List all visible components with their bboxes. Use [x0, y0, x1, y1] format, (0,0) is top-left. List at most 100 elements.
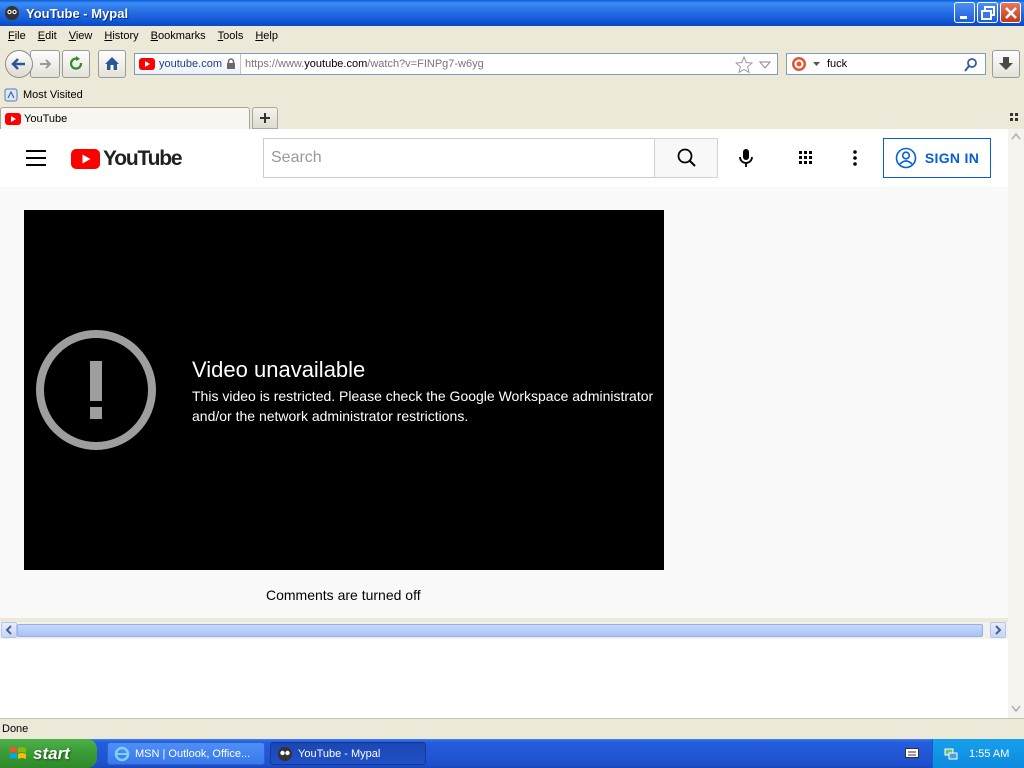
- menu-file[interactable]: File: [2, 30, 32, 42]
- back-button[interactable]: [5, 50, 33, 78]
- youtube-search-input[interactable]: Search: [263, 138, 655, 178]
- back-arrow-icon: [11, 58, 25, 70]
- scroll-up-icon[interactable]: [1011, 132, 1021, 140]
- url-text[interactable]: https://www.youtube.com/watch?v=FINPg7-w…: [241, 58, 484, 70]
- menu-bar: File Edit View History Bookmarks Tools H…: [0, 26, 1024, 46]
- vertical-scrollbar[interactable]: [1008, 129, 1024, 718]
- search-input[interactable]: fuck: [827, 58, 847, 70]
- video-restricted-message: This video is restricted. Please check t…: [192, 388, 654, 424]
- site-identity-label: youtube.com: [159, 58, 222, 70]
- page-content: YouTube Search SIGN IN Video unavailable…: [0, 129, 1008, 618]
- taskbar-item-mypal[interactable]: YouTube - Mypal: [270, 742, 426, 765]
- start-label: start: [33, 743, 70, 763]
- tab-youtube[interactable]: YouTube: [0, 107, 250, 129]
- scroll-right-button[interactable]: [990, 622, 1006, 638]
- youtube-header: YouTube Search SIGN IN: [0, 129, 1008, 187]
- search-engine-icon[interactable]: [791, 56, 807, 72]
- minimize-icon: [960, 16, 967, 19]
- close-button[interactable]: [1000, 2, 1021, 23]
- page-blank-area: [0, 639, 1008, 718]
- more-options-icon[interactable]: [852, 150, 858, 166]
- downloads-button[interactable]: [992, 50, 1020, 78]
- mypal-app-icon: [278, 746, 292, 761]
- youtube-wordmark: YouTube: [103, 147, 183, 170]
- new-tab-button[interactable]: [252, 107, 278, 129]
- alert-exclamation-icon: [36, 330, 156, 450]
- restore-icon: [981, 6, 995, 20]
- download-arrow-icon: [999, 57, 1013, 70]
- youtube-search-button[interactable]: [654, 138, 718, 178]
- forward-button[interactable]: [30, 50, 60, 78]
- plus-icon: [260, 113, 270, 123]
- horizontal-scrollbar[interactable]: [0, 622, 1008, 639]
- restore-button[interactable]: [977, 2, 998, 23]
- chevron-left-icon: [5, 625, 12, 635]
- horizontal-scroll-thumb[interactable]: [17, 624, 983, 637]
- menu-view[interactable]: View: [63, 30, 99, 42]
- chevron-right-icon: [995, 625, 1002, 635]
- system-tray: 1:55 AM: [932, 739, 1024, 768]
- url-dropdown-icon[interactable]: [759, 60, 771, 70]
- tab-label: YouTube: [24, 112, 68, 125]
- menu-history[interactable]: History: [98, 30, 144, 42]
- scroll-left-button[interactable]: [1, 622, 17, 638]
- windows-logo-icon: [10, 746, 26, 759]
- youtube-favicon: [139, 58, 155, 70]
- account-icon: [895, 147, 917, 169]
- apps-grid-icon[interactable]: [798, 150, 814, 166]
- tab-strip: YouTube: [0, 105, 1024, 129]
- keyboard-icon[interactable]: [905, 747, 919, 759]
- home-button[interactable]: [98, 50, 126, 78]
- search-icon: [677, 148, 696, 167]
- all-tabs-icon[interactable]: [1010, 113, 1020, 123]
- menu-tools[interactable]: Tools: [212, 30, 250, 42]
- status-bar: Done: [0, 718, 1024, 739]
- site-identity[interactable]: youtube.com: [135, 54, 241, 74]
- mypal-app-icon: [5, 6, 19, 20]
- reload-icon: [69, 56, 83, 70]
- taskbar-item-label: MSN | Outlook, Office...: [135, 747, 251, 760]
- menu-edit[interactable]: Edit: [32, 30, 63, 42]
- microphone-icon[interactable]: [733, 145, 759, 171]
- menu-help[interactable]: Help: [249, 30, 284, 42]
- video-unavailable-title: Video unavailable: [192, 357, 366, 382]
- taskbar: start MSN | Outlook, Office... YouTube -…: [0, 739, 1024, 768]
- hamburger-menu-icon[interactable]: [26, 150, 46, 166]
- lock-icon: [226, 58, 235, 69]
- taskbar-item-label: YouTube - Mypal: [298, 747, 381, 760]
- taskbar-item-msn[interactable]: MSN | Outlook, Office...: [107, 742, 265, 765]
- status-text: Done: [2, 723, 29, 735]
- bookmarks-toolbar: Most Visited: [0, 85, 1024, 105]
- minimize-button[interactable]: [954, 2, 975, 23]
- most-visited-icon: [4, 88, 18, 102]
- scroll-down-icon[interactable]: [1011, 705, 1021, 713]
- bookmark-most-visited[interactable]: Most Visited: [23, 89, 83, 101]
- sign-in-label: SIGN IN: [924, 150, 980, 166]
- forward-arrow-icon: [40, 59, 52, 69]
- start-button[interactable]: start: [0, 739, 97, 768]
- url-prefix: https://www.: [244, 58, 305, 70]
- comments-status: Comments are turned off: [266, 587, 421, 603]
- window-titlebar[interactable]: YouTube - Mypal: [0, 0, 1024, 26]
- youtube-logo[interactable]: YouTube: [71, 147, 183, 171]
- youtube-search-placeholder: Search: [271, 149, 322, 166]
- youtube-favicon: [5, 112, 21, 125]
- window-title: YouTube - Mypal: [26, 5, 129, 21]
- close-icon: [1005, 7, 1017, 19]
- youtube-play-logo-icon: [71, 149, 100, 169]
- url-path: /watch?v=FINPg7-w6yg: [367, 58, 484, 70]
- clock: 1:55 AM: [969, 747, 1010, 760]
- home-icon: [105, 57, 119, 70]
- network-icon[interactable]: [943, 746, 959, 762]
- internet-explorer-icon: [114, 746, 130, 761]
- url-domain: youtube.com: [304, 58, 368, 70]
- search-engine-dropdown-icon[interactable]: [812, 60, 822, 68]
- search-bar[interactable]: fuck: [786, 53, 986, 75]
- address-bar[interactable]: youtube.com https://www.youtube.com/watc…: [134, 53, 778, 75]
- reload-button[interactable]: [62, 50, 90, 78]
- search-icon[interactable]: [963, 57, 979, 73]
- sign-in-button[interactable]: SIGN IN: [883, 138, 991, 178]
- menu-bookmarks[interactable]: Bookmarks: [145, 30, 212, 42]
- video-player[interactable]: Video unavailable This video is restrict…: [24, 210, 664, 570]
- bookmark-star-icon[interactable]: [735, 56, 753, 74]
